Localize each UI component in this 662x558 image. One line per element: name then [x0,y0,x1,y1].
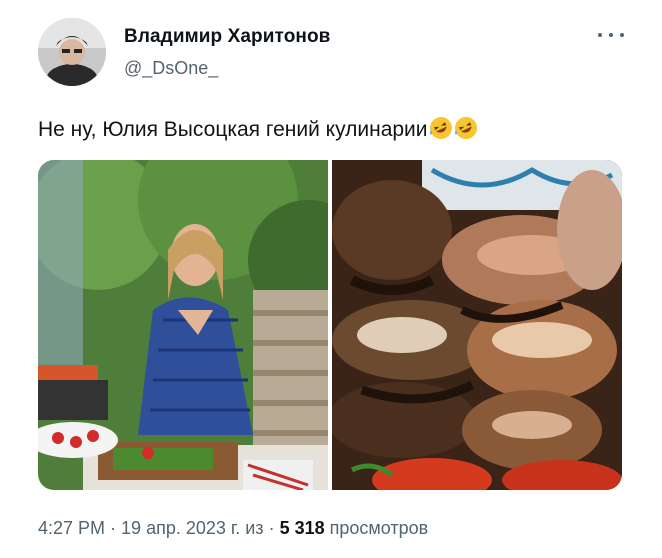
rolling-on-floor-laughing-icon [429,116,453,148]
tweet-media[interactable] [38,160,622,490]
meta-separator: · [263,518,280,538]
avatar-image [38,18,106,86]
meta-separator: · [105,518,122,538]
tweet-date[interactable]: 19 апр. 2023 г. из [121,518,264,538]
author-display-name[interactable]: Владимир Харитонов [124,26,330,48]
tweet-time[interactable]: 4:27 PM [38,518,105,538]
tweet-text-content: Не ну, Юлия Высоцкая гений кулинарии [38,118,428,141]
rolling-on-floor-laughing-icon [454,116,478,148]
burnt-bacon-wrapped-meat-photo[interactable] [332,160,622,490]
tweet-text: Не ну, Юлия Высоцкая гений кулинарии [38,116,478,148]
more-options-icon[interactable] [598,26,624,44]
woman-cooking-outdoors-photo[interactable] [38,160,328,490]
views-label: просмотров [324,518,429,538]
views-count: 5 318 [279,518,325,538]
tweet-meta: 4:27 PM · 19 апр. 2023 г. из · 5 318 про… [38,518,428,539]
author-handle[interactable]: @_DsOne_ [124,58,218,79]
avatar[interactable] [38,18,106,86]
